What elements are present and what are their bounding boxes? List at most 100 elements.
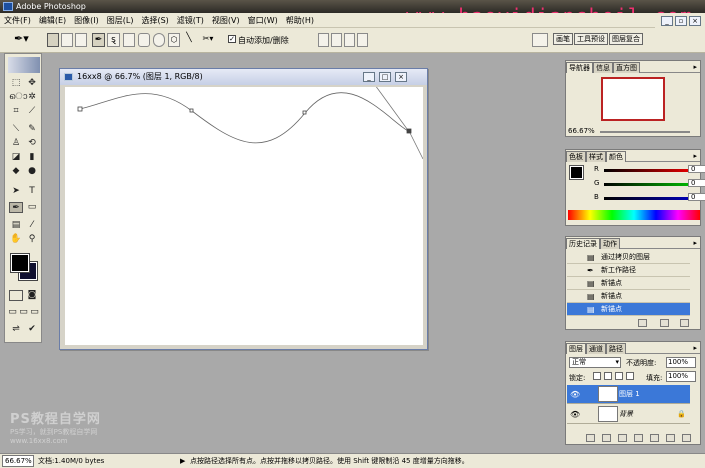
link-layers-icon[interactable] <box>586 434 595 442</box>
magic-wand-tool-icon[interactable]: ✲ <box>25 92 39 103</box>
dodge-tool-icon[interactable]: ● <box>25 166 39 177</box>
menu-filter[interactable]: 滤镜(T) <box>173 13 208 28</box>
opacity-input[interactable]: 100% <box>666 357 696 368</box>
healing-brush-tool-icon[interactable]: ⟍ <box>9 124 23 135</box>
dock-tab-brushes[interactable]: 画笔 <box>553 33 573 45</box>
lock-all-icon[interactable] <box>626 372 634 380</box>
g-value[interactable]: 0 <box>688 179 705 187</box>
delete-layer-icon[interactable] <box>682 434 691 442</box>
gradient-tool-icon[interactable]: ▮ <box>25 152 39 163</box>
tab-channels[interactable]: 通道 <box>586 343 606 354</box>
history-brush-tool-icon[interactable]: ⟲ <box>25 138 39 149</box>
b-value[interactable]: 0 <box>688 193 705 201</box>
freeform-pen-button[interactable]: ȿ <box>107 33 120 47</box>
anchor-point-selected[interactable] <box>406 128 412 134</box>
history-item-current[interactable]: ▤ 新锚点 <box>567 303 690 316</box>
zoom-tool-icon[interactable]: ⚲ <box>25 234 39 245</box>
layer-style-icon[interactable] <box>602 434 611 442</box>
path-combine-intersect-button[interactable] <box>344 33 355 47</box>
navigator-zoom[interactable]: 66.67% <box>566 127 596 137</box>
new-document-from-state-icon[interactable] <box>638 319 647 327</box>
rounded-rect-tool-button[interactable] <box>138 33 150 47</box>
menu-view[interactable]: 视图(V) <box>208 13 244 28</box>
menu-edit[interactable]: 编辑(E) <box>35 13 70 28</box>
crop-tool-icon[interactable]: ⌗ <box>9 106 23 117</box>
rectangle-tool-button[interactable] <box>123 33 135 47</box>
color-fg-swatch[interactable] <box>569 165 584 180</box>
slice-tool-icon[interactable]: ⟋ <box>25 106 39 117</box>
document-close-button[interactable]: × <box>395 72 407 82</box>
color-spectrum-ramp[interactable] <box>568 210 700 220</box>
path-combine-subtract-button[interactable] <box>331 33 342 47</box>
clone-stamp-tool-icon[interactable]: ♙ <box>9 138 23 149</box>
app-close-button[interactable]: × <box>689 16 701 26</box>
tab-paths[interactable]: 路径 <box>606 343 626 354</box>
r-slider[interactable] <box>604 169 700 172</box>
tab-color[interactable]: 颜色 <box>606 151 626 162</box>
screen-mode-full-icon[interactable]: ▭ <box>29 307 40 318</box>
fill-pixels-mode-button[interactable] <box>75 33 87 47</box>
menu-file[interactable]: 文件(F) <box>0 13 35 28</box>
lock-image-icon[interactable] <box>604 372 612 380</box>
paths-mode-button[interactable] <box>61 33 73 47</box>
custom-shape-tool-button[interactable]: ✂▾ <box>198 33 218 47</box>
menu-select[interactable]: 选择(S) <box>137 13 172 28</box>
layer-row[interactable]: 👁 背景 🔒 <box>567 405 690 424</box>
history-item[interactable]: ▤ 新锚点 <box>567 290 690 303</box>
dock-tab-tool-presets[interactable]: 工具预设 <box>574 33 608 45</box>
status-arrow-icon[interactable]: ▶ <box>180 454 185 468</box>
polygon-tool-button[interactable]: ⬡ <box>168 33 180 47</box>
visibility-eye-icon[interactable]: 👁 <box>570 405 580 424</box>
canvas[interactable] <box>65 87 423 345</box>
new-group-icon[interactable] <box>634 434 643 442</box>
menu-help[interactable]: 帮助(H) <box>282 13 318 28</box>
anchor-point[interactable] <box>302 110 307 115</box>
quick-mask-mode-icon[interactable]: ◙ <box>25 290 39 301</box>
r-value[interactable]: 0 <box>688 165 705 173</box>
tab-info[interactable]: 信息 <box>593 62 613 73</box>
tab-swatches[interactable]: 色板 <box>566 151 586 162</box>
ellipse-tool-button[interactable] <box>153 33 165 47</box>
shape-layers-mode-button[interactable] <box>47 33 59 47</box>
adjustment-layer-icon[interactable] <box>650 434 659 442</box>
path-combine-exclude-button[interactable] <box>357 33 368 47</box>
standard-mode-icon[interactable] <box>9 290 23 301</box>
screen-mode-standard-icon[interactable]: ▭ <box>7 307 18 318</box>
blur-tool-icon[interactable]: ◆ <box>9 166 23 177</box>
brush-tool-icon[interactable]: ✎ <box>25 124 39 135</box>
line-tool-button[interactable]: ╲ <box>183 33 195 47</box>
marquee-tool-icon[interactable]: ⬚ <box>9 78 23 89</box>
document-minimize-button[interactable]: _ <box>363 72 375 82</box>
panel-menu-icon[interactable]: ▸ <box>693 152 697 160</box>
bezier-path[interactable] <box>65 87 423 345</box>
menu-window[interactable]: 窗口(W) <box>244 13 282 28</box>
hand-tool-icon[interactable]: ✋ <box>9 234 23 245</box>
panel-menu-icon[interactable]: ▸ <box>693 239 697 247</box>
jump-to-imageready-icon[interactable]: ⇌ <box>9 324 23 335</box>
tab-actions[interactable]: 动作 <box>600 238 620 249</box>
app-restore-button[interactable]: ▫ <box>675 16 687 26</box>
pen-tool-preset-icon[interactable]: ✒▾ <box>14 33 36 47</box>
tab-history[interactable]: 历史记录 <box>566 238 600 249</box>
fill-input[interactable]: 100% <box>666 371 696 382</box>
app-minimize-button[interactable]: _ <box>661 16 673 26</box>
eyedropper-tool-icon[interactable]: ⁄ <box>25 220 39 231</box>
pen-tool-icon[interactable]: ✒ <box>9 202 23 213</box>
navigator-preview[interactable] <box>601 77 665 121</box>
dock-tab-layer-comps[interactable]: 图层复合 <box>609 33 643 45</box>
history-item[interactable]: ▤ 通过拷贝的图层 <box>567 251 690 264</box>
type-tool-icon[interactable]: T <box>25 186 39 197</box>
g-slider[interactable] <box>604 183 700 186</box>
menu-layer[interactable]: 图层(L) <box>103 13 138 28</box>
lock-transparent-icon[interactable] <box>593 372 601 380</box>
tab-layers[interactable]: 图层 <box>566 343 586 354</box>
path-selection-tool-icon[interactable]: ➤ <box>9 186 23 197</box>
new-snapshot-icon[interactable] <box>660 319 669 327</box>
lasso-tool-icon[interactable]: ൊ <box>9 92 27 103</box>
blend-mode-select[interactable]: 正常 ▾ <box>569 357 621 368</box>
palette-well-icon[interactable] <box>532 33 548 47</box>
layer-row[interactable]: 👁 图层 1 <box>567 385 690 404</box>
tab-navigator[interactable]: 导航器 <box>566 62 593 73</box>
add-mask-icon[interactable] <box>618 434 627 442</box>
shape-tool-icon[interactable]: ▭ <box>25 202 39 213</box>
